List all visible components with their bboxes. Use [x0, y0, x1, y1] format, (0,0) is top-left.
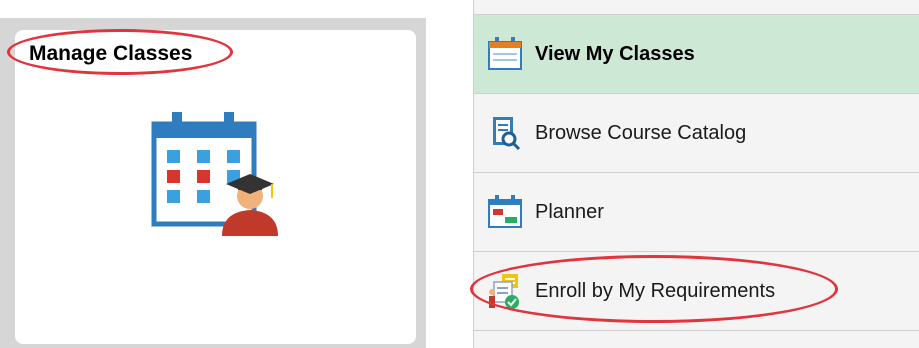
menu-item-label: Enroll by My Requirements — [535, 279, 776, 302]
menu-item-label: Browse Course Catalog — [535, 121, 747, 144]
menu-item-view-my-classes[interactable]: View My Classes — [474, 15, 919, 94]
menu-item-browse-course-catalog[interactable]: Browse Course Catalog — [474, 94, 919, 173]
screenshot-stage: Manage Classes View My Classes Browse Co… — [0, 0, 919, 348]
menu-item-label: View My Classes — [535, 42, 695, 65]
tile-title: Manage Classes — [29, 42, 193, 65]
planner-calendar-icon — [486, 193, 524, 231]
classes-menu: View My Classes Browse Course Catalog Pl… — [473, 0, 919, 348]
menu-item-label: Planner — [535, 200, 604, 223]
menu-item-enroll-by-my-requirements[interactable]: Enroll by My Requirements — [474, 252, 919, 331]
menu-item-planner[interactable]: Planner — [474, 173, 919, 252]
calendar-icon — [486, 35, 524, 73]
menu-top-divider — [474, 0, 919, 15]
requirements-check-icon — [486, 272, 524, 310]
calendar-graduate-icon — [151, 112, 278, 236]
catalog-search-icon — [486, 114, 524, 152]
